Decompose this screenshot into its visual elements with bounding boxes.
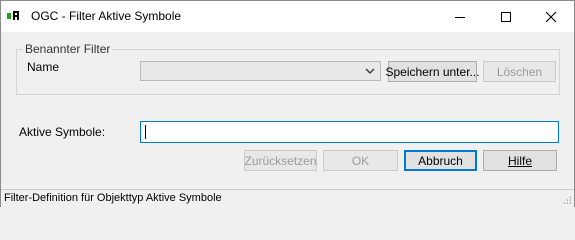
- resize-grip-icon[interactable]: [562, 195, 572, 205]
- minimize-icon: [455, 16, 465, 18]
- window-title: OGC - Filter Aktive Symbole: [31, 9, 182, 23]
- cancel-button[interactable]: Abbruch: [404, 150, 477, 171]
- maximize-button[interactable]: [483, 1, 529, 32]
- ok-button[interactable]: OK: [323, 150, 398, 171]
- filter-name-combobox[interactable]: [140, 61, 381, 81]
- ogc-app-icon: [7, 11, 19, 20]
- active-symbols-label: Aktive Symbole:: [19, 125, 106, 139]
- named-filter-group-title: Benannter Filter: [23, 42, 113, 56]
- close-icon: [545, 11, 557, 22]
- status-text: Filter-Definition für Objekttyp Aktive S…: [4, 192, 222, 204]
- active-symbols-input[interactable]: [140, 121, 559, 143]
- name-label: Name: [27, 60, 60, 74]
- reset-button[interactable]: Zurücksetzen: [244, 150, 317, 171]
- maximize-icon: [501, 11, 511, 22]
- delete-button[interactable]: Löschen: [483, 61, 556, 82]
- status-bar: Filter-Definition für Objekttyp Aktive S…: [1, 189, 574, 207]
- chevron-down-icon: [365, 68, 375, 74]
- title-bar[interactable]: OGC - Filter Aktive Symbole: [1, 1, 574, 32]
- dialog-window: OGC - Filter Aktive Symbole Benannter Fi…: [0, 0, 575, 207]
- minimize-button[interactable]: [437, 1, 483, 32]
- close-button[interactable]: [528, 1, 574, 32]
- save-as-button[interactable]: Speichern unter...: [385, 61, 480, 82]
- help-button[interactable]: Hilfe: [483, 150, 557, 171]
- text-caret: [145, 125, 146, 139]
